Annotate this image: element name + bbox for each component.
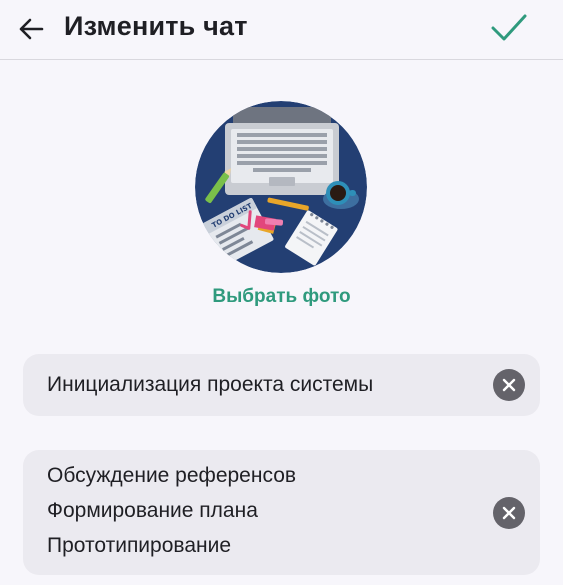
app-bar: Изменить чат [0,0,563,60]
clear-description-button[interactable] [493,497,525,529]
page-title: Изменить чат [64,11,248,41]
clear-name-button[interactable] [493,369,525,401]
checkmark-icon [491,14,527,41]
arrow-left-icon [19,18,44,40]
description-line[interactable]: Обсуждение референсов [47,464,296,488]
close-icon [502,506,516,520]
chat-name-field[interactable]: Инициализация проекта системы [23,354,540,416]
description-line[interactable]: Прототипирование [47,534,231,558]
close-icon [502,378,516,392]
chat-avatar[interactable]: TO DO LIST [195,101,367,273]
edit-chat-screen: Изменить чат TO DO LIST Выбрать фото Ини… [0,0,563,585]
description-line[interactable]: Формирование плана [47,499,258,523]
workspace-illustration: TO DO LIST [195,101,367,273]
confirm-button[interactable] [489,10,529,46]
chat-description-field[interactable]: Обсуждение референсов Формирование плана… [23,450,540,575]
back-button[interactable] [14,12,48,46]
chat-name-value[interactable]: Инициализация проекта системы [47,373,373,397]
choose-photo-link[interactable]: Выбрать фото [0,286,563,308]
